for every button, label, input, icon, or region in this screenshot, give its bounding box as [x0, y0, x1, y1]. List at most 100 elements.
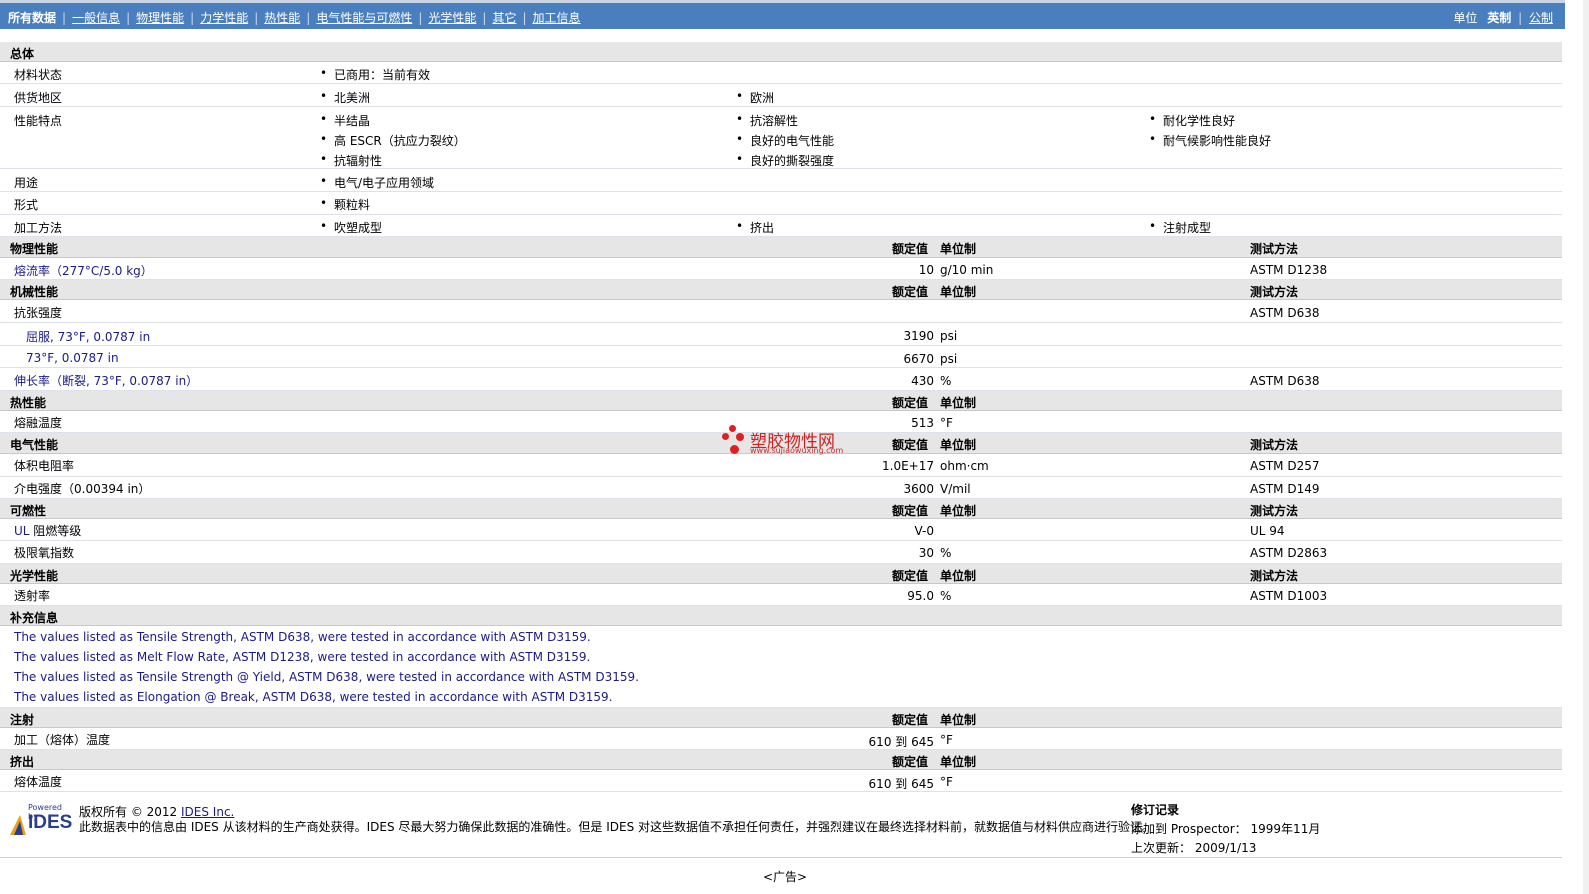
row-label: 透射率 [14, 589, 51, 603]
row-value: 3190 [903, 329, 934, 343]
supplementary-notes: The values listed as Tensile Strength, A… [0, 626, 1562, 708]
ides-company-link[interactable]: IDES Inc. [181, 805, 234, 819]
row-method: ASTM D257 [1250, 459, 1320, 473]
row-value: 3600 [903, 482, 934, 496]
tab-thermal[interactable]: 热性能 [264, 11, 300, 25]
footer: Powered by IDES 版权所有 © 2012 IDES Inc. 此数… [0, 797, 1562, 858]
top-navigation-bar: 所有数据 | 一般信息 | 物理性能 | 力学性能 | 热性能 | 电气性能与可燃性 | 光学性能 | 其它… [0, 0, 1565, 29]
bullet-value: 欧洲 [736, 89, 774, 106]
tab-electrical-flammability[interactable]: 电气性能与可燃性 [316, 11, 412, 25]
tab-optical[interactable]: 光学性能 [428, 11, 476, 25]
revision-history: 修订记录 添加到 Prospector： 1999年11月 上次更新： 2009… [1131, 801, 1320, 856]
tab-physical[interactable]: 物理性能 [136, 11, 184, 25]
bullet-value: 耐气候影响性能良好 [1149, 132, 1271, 149]
row-method: ASTM D638 [1250, 374, 1320, 388]
unit-metric-link[interactable]: 公制 [1529, 11, 1553, 25]
section-title: 补充信息 [10, 611, 59, 625]
bullet-value: 耐化学性良好 [1149, 112, 1235, 129]
row-unit: °F [940, 733, 953, 747]
unit-english-selected[interactable]: 英制 [1487, 11, 1511, 25]
header-unit: 单位制 [940, 504, 977, 518]
section-title: 热性能 [10, 396, 47, 410]
added-value: 1999年11月 [1250, 822, 1321, 836]
row-dielectric-strength: 介电强度（0.00394 in） 3600 V/mil ASTM D149 [0, 477, 1562, 499]
ul-prefix: UL [14, 524, 30, 538]
row-label: 材料状态 [14, 68, 63, 82]
section-title: 挤出 [10, 755, 35, 769]
row-value: 430 [911, 374, 934, 388]
category-tabs: 所有数据 | 一般信息 | 物理性能 | 力学性能 | 热性能 | 电气性能与可燃性 | 光学性能 | 其它… [8, 11, 581, 25]
section-supplementary: 补充信息 [0, 606, 1562, 626]
section-title: 电气性能 [10, 438, 59, 452]
row-unit: V/mil [940, 482, 971, 496]
row-label: 抗张强度 [14, 306, 63, 320]
row-method: ASTM D2863 [1250, 546, 1328, 560]
row-unit: °F [940, 775, 953, 789]
header-method: 测试方法 [1250, 504, 1299, 518]
bullet-value: 良好的电气性能 [736, 132, 834, 149]
tab-all-data[interactable]: 所有数据 [8, 11, 56, 25]
row-value: 610 到 645 [868, 735, 934, 749]
row-value: 1.0E+17 [882, 459, 934, 473]
section-title: 物理性能 [10, 242, 59, 256]
section-general: 总体 [0, 42, 1562, 62]
bullet-value: 半结晶 [320, 112, 370, 129]
header-nominal: 额定值 [892, 569, 929, 583]
watermark-url: www.sujiaowuxing.com [750, 446, 844, 455]
row-melt-flow: 熔流率（277°C/5.0 kg） 10 g/10 min ASTM D1238 [0, 258, 1562, 280]
row-unit: °F [940, 416, 953, 430]
disclaimer-text: 此数据表中的信息由 IDES 从该材料的生产商处获得。IDES 尽最大努力确保此… [79, 820, 1155, 834]
header-unit: 单位制 [940, 755, 977, 769]
header-method: 测试方法 [1250, 569, 1299, 583]
row-label: 供货地区 [14, 91, 63, 105]
section-physical: 物理性能 额定值 单位制 测试方法 [0, 237, 1562, 258]
note-line: The values listed as Elongation @ Break,… [14, 690, 613, 704]
row-label: 73°F, 0.0787 in [26, 351, 119, 365]
section-injection: 注射 额定值 单位制 [0, 708, 1562, 728]
row-unit: g/10 min [940, 263, 994, 277]
row-label: 性能特点 [14, 114, 63, 128]
note-line: The values listed as Melt Flow Rate, AST… [14, 650, 591, 664]
tab-general-info[interactable]: 一般信息 [72, 11, 120, 25]
header-unit: 单位制 [940, 438, 977, 452]
section-title: 光学性能 [10, 569, 59, 583]
bullet-value: 颗粒料 [320, 196, 370, 213]
bullet-value: 抗辐射性 [320, 152, 382, 169]
tab-other[interactable]: 其它 [492, 11, 516, 25]
page-scrollbar[interactable] [1583, 0, 1589, 894]
row-value: 10 [918, 263, 934, 277]
header-nominal: 额定值 [892, 504, 929, 518]
note-line: The values listed as Tensile Strength @ … [14, 670, 639, 684]
row-label: 形式 [14, 198, 39, 212]
row-tensile-strength: 抗张强度 ASTM D638 [0, 300, 1562, 323]
header-nominal: 额定值 [892, 396, 929, 410]
row-label: 极限氧指数 [14, 546, 75, 560]
revision-title: 修订记录 [1131, 803, 1180, 817]
row-label: 屈服, 73°F, 0.0787 in [26, 330, 151, 344]
header-nominal: 额定值 [892, 755, 929, 769]
updated-value: 2009/1/13 [1194, 841, 1257, 855]
row-material-status: 材料状态 已商用：当前有效 [0, 62, 1562, 84]
row-label: 介电强度（0.00394 in） [14, 482, 151, 496]
row-injection-melt-temp: 加工（熔体）温度 610 到 645 °F [0, 728, 1562, 750]
tab-processing[interactable]: 加工信息 [533, 11, 581, 25]
row-label-text: 阻燃等级 [33, 524, 82, 538]
section-title: 注射 [10, 713, 35, 727]
row-value: 30 [918, 546, 934, 560]
row-label: 熔融温度 [14, 416, 63, 430]
row-unit: psi [940, 329, 958, 343]
section-thermal: 热性能 额定值 单位制 [0, 391, 1562, 411]
ad-placeholder: <广告> [763, 870, 808, 884]
ides-triangle-icon [10, 815, 26, 835]
row-label: 用途 [14, 176, 39, 190]
row-transmittance: 透射率 95.0 % ASTM D1003 [0, 584, 1562, 606]
header-unit: 单位制 [940, 242, 977, 256]
header-method: 测试方法 [1250, 438, 1299, 452]
header-unit: 单位制 [940, 713, 977, 727]
row-label: 体积电阻率 [14, 459, 75, 473]
row-tensile-yield: 屈服, 73°F, 0.0787 in 3190 psi [0, 323, 1562, 346]
tab-mechanical[interactable]: 力学性能 [200, 11, 248, 25]
row-label: 熔体温度 [14, 775, 63, 789]
row-unit: % [940, 374, 952, 388]
bullet-value: 良好的撕裂强度 [736, 152, 834, 169]
